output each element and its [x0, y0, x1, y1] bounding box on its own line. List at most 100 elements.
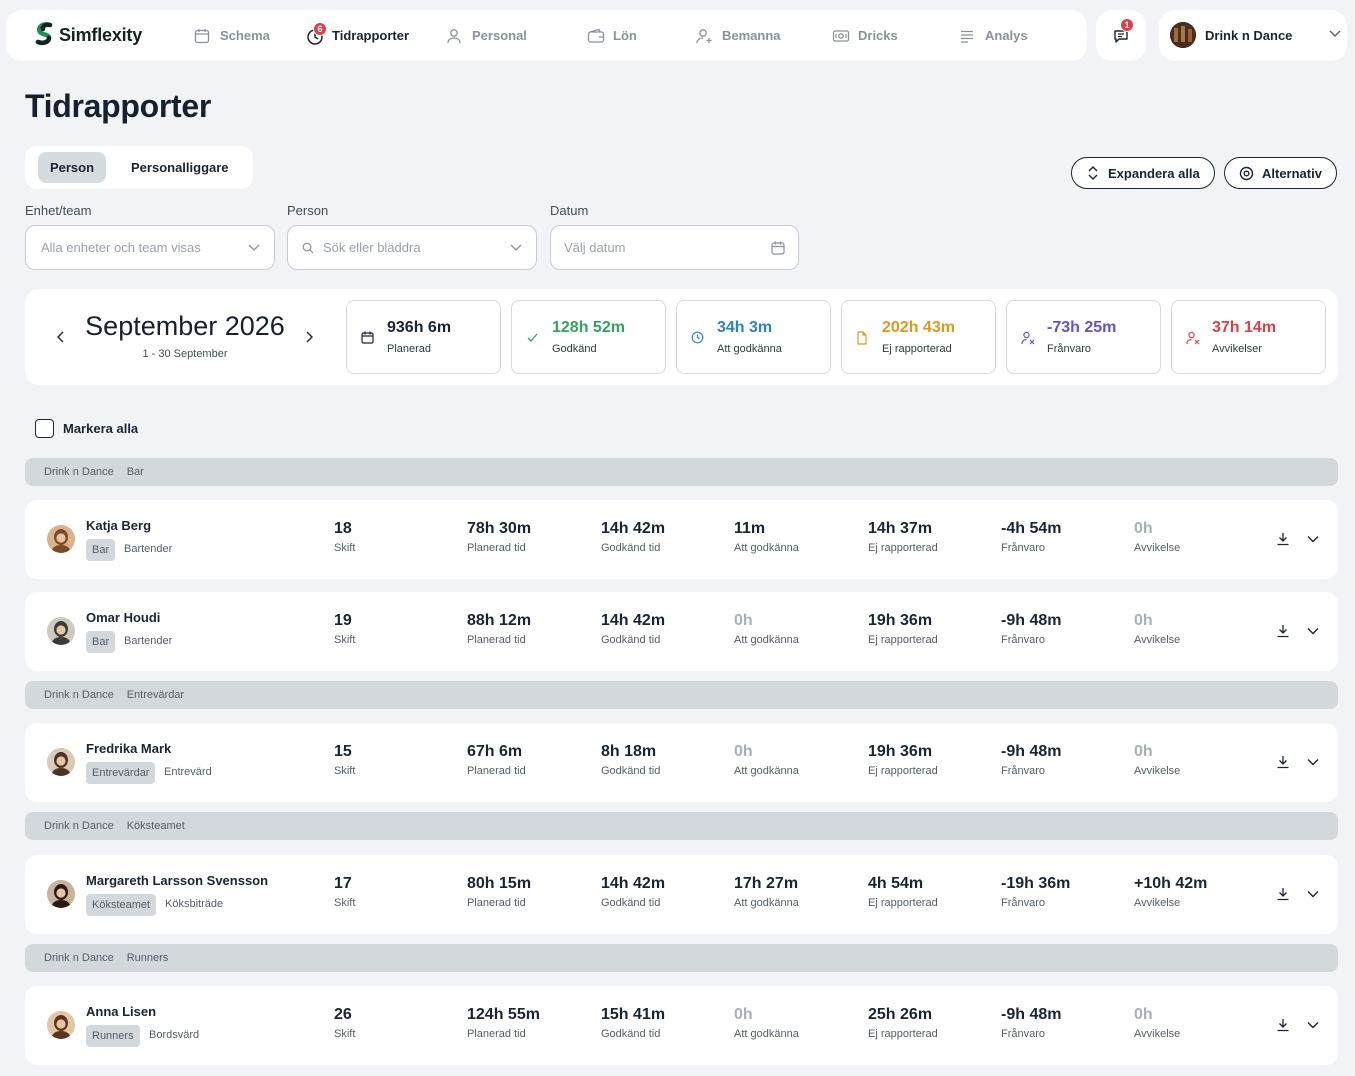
metric-label: Avvikelse — [1134, 897, 1181, 909]
person-row[interactable]: Margareth Larsson Svensson Köksteamet Köks… — [25, 855, 1338, 934]
date-picker-input[interactable]: Välj datum — [550, 225, 799, 270]
group-company: Drink n Dance — [44, 952, 114, 964]
group-company: Drink n Dance — [44, 466, 114, 478]
next-month-button[interactable] — [305, 331, 313, 343]
metric-label: Godkänd tid — [601, 542, 661, 554]
chevron-down-icon[interactable] — [1306, 1018, 1320, 1032]
person-name[interactable]: Katja Berg — [86, 518, 151, 533]
metric-5: -9h 48m Frånvaro — [1001, 612, 1061, 646]
stat-godkand[interactable]: 128h 52m Godkänd — [511, 300, 666, 374]
person-role: Bartender — [124, 635, 173, 647]
expand-all-button[interactable]: Expandera alla — [1071, 157, 1215, 189]
company-avatar — [1170, 22, 1196, 48]
date-filter-label: Datum — [550, 203, 589, 218]
avatar — [47, 617, 75, 645]
person-row[interactable]: Fredrika Mark Entrevärdar Entrevärd 15 Skift… — [25, 723, 1338, 802]
metric-value: 67h 6m — [467, 743, 523, 760]
metric-label: Planerad tid — [467, 542, 526, 554]
calendar-icon — [361, 331, 374, 344]
metric-3: 0h Att godkänna — [734, 1006, 799, 1040]
person-row[interactable]: Anna Lisen Runners Bordsvärd 26 Skift 124h 55… — [25, 986, 1338, 1065]
select-all-checkbox[interactable] — [35, 419, 54, 438]
date-placeholder: Välj datum — [564, 240, 626, 255]
group-team: Bar — [126, 466, 144, 478]
messages-button[interactable]: 1 — [1096, 10, 1146, 61]
metric-value: 0h — [734, 612, 753, 629]
stat-avvikelser[interactable]: 37h 14m Avvikelser — [1171, 300, 1326, 374]
metric-value: -19h 36m — [1001, 875, 1071, 892]
chevron-down-icon[interactable] — [1306, 887, 1320, 901]
metric-2: 14h 42m Godkänd tid — [601, 520, 665, 554]
chevron-down-icon[interactable] — [1306, 624, 1320, 638]
stat-label: Ej rapporterad — [882, 343, 952, 355]
stat-label: Planerad — [387, 343, 432, 355]
search-icon — [302, 242, 314, 254]
metric-label: Skift — [334, 542, 356, 554]
metric-value: 4h 54m — [868, 875, 924, 892]
stat-att-godkanna[interactable]: 34h 3m Att godkänna — [676, 300, 831, 374]
stat-value: 34h 3m — [717, 319, 773, 336]
metric-value: 17 — [334, 875, 352, 892]
unit-filter-select[interactable]: Alla enheter och team visas — [25, 225, 275, 270]
brand-logo[interactable]: Simflexity — [34, 22, 142, 48]
expand-icon — [1086, 166, 1100, 180]
nav-personal[interactable]: Personal — [446, 10, 527, 61]
metric-4: 19h 36m Ej rapporterad — [868, 743, 938, 777]
chevron-down-icon — [1329, 30, 1341, 38]
stat-ej-rapporterad[interactable]: 202h 43m Ej rapporterad — [841, 300, 996, 374]
person-name[interactable]: Fredrika Mark — [86, 741, 171, 756]
person-name[interactable]: Omar Houdi — [86, 610, 160, 625]
team-tag: Bar — [86, 539, 116, 561]
options-button[interactable]: Alternativ — [1224, 157, 1337, 189]
clock-icon: 6 — [306, 21, 327, 45]
tab-personalliggare[interactable]: Personalliggare — [131, 152, 229, 183]
company-switcher[interactable]: Drink n Dance — [1159, 10, 1347, 61]
metric-label: Ej rapporterad — [868, 1028, 938, 1040]
nav-schema[interactable]: Schema — [194, 10, 270, 61]
metric-3: 0h Att godkänna — [734, 743, 799, 777]
stat-label: Godkänd — [552, 343, 597, 355]
download-icon[interactable] — [1276, 755, 1290, 769]
stat-planerad[interactable]: 936h 6m Planerad — [346, 300, 501, 374]
person-row[interactable]: Katja Berg Bar Bartender 18 Skift 78h 30m Plan… — [25, 500, 1338, 579]
person-row[interactable]: Omar Houdi Bar Bartender 19 Skift 88h 12m Plan… — [25, 592, 1338, 671]
person-search-input[interactable]: Sök eller bläddra — [287, 225, 537, 270]
nav-label: Lön — [613, 28, 637, 43]
team-tag: Bar — [86, 631, 116, 653]
user-icon — [446, 28, 462, 44]
nav-lon[interactable]: Lön — [587, 10, 637, 61]
chevron-down-icon[interactable] — [1306, 532, 1320, 546]
group-header: Drink n Dance Köksteamet — [25, 812, 1338, 840]
nav-tidrapporter[interactable]: 6 Tidrapporter — [306, 10, 409, 61]
nav-dricks[interactable]: Dricks — [832, 10, 898, 61]
metric-label: Frånvaro — [1001, 1028, 1046, 1040]
metric-2: 14h 42m Godkänd tid — [601, 612, 665, 646]
tab-person[interactable]: Person — [38, 152, 106, 183]
team-tag: Köksteamet — [86, 894, 157, 916]
calendar-icon — [771, 241, 785, 255]
calendar-icon — [194, 28, 210, 44]
metric-value: 0h — [1134, 1006, 1153, 1023]
group-header: Drink n Dance Runners — [25, 944, 1338, 972]
metric-6: 0h Avvikelse — [1134, 520, 1180, 554]
metric-1: 78h 30m Planerad tid — [467, 520, 531, 554]
metric-0: 18 Skift — [334, 520, 355, 554]
nav-analys[interactable]: Analys — [959, 10, 1028, 61]
download-icon[interactable] — [1276, 624, 1290, 638]
previous-month-button[interactable] — [57, 331, 65, 343]
metric-label: Skift — [334, 1028, 356, 1040]
person-name[interactable]: Anna Lisen — [86, 1004, 156, 1019]
page-title: Tidrapporter — [25, 88, 212, 124]
stat-value: 37h 14m — [1212, 319, 1277, 336]
person-name[interactable]: Margareth Larsson Svensson — [86, 873, 268, 888]
download-icon[interactable] — [1276, 532, 1290, 546]
messages-badge: 1 — [1120, 17, 1134, 32]
stat-franvaro[interactable]: -73h 25m Frånvaro — [1006, 300, 1161, 374]
download-icon[interactable] — [1276, 887, 1290, 901]
file-icon — [856, 331, 868, 345]
group-company: Drink n Dance — [44, 820, 114, 832]
nav-bemanna[interactable]: Bemanna — [696, 10, 781, 61]
clock-icon — [691, 331, 704, 344]
chevron-down-icon[interactable] — [1306, 755, 1320, 769]
download-icon[interactable] — [1276, 1018, 1290, 1032]
